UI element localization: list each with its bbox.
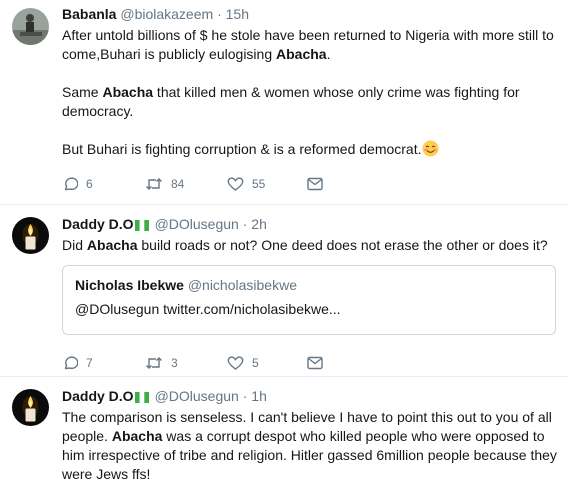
avatar[interactable]	[12, 8, 49, 45]
reply-button[interactable]: 7	[62, 355, 145, 371]
text-segment: was a corrupt despot who killed people w…	[162, 428, 545, 444]
tweet-actions: 6 84 55	[62, 174, 568, 194]
separator-dot: ·	[242, 216, 248, 232]
blush-emoji-icon	[422, 140, 439, 162]
highlighted-keyword: Abacha	[111, 428, 163, 444]
message-button[interactable]	[307, 177, 323, 191]
text-segment: that killed men & women whose only crime…	[153, 84, 520, 100]
timestamp[interactable]: 15h	[226, 6, 249, 22]
quoted-text: @DOlusegun twitter.com/nicholasibekwe...	[75, 301, 341, 317]
tweet[interactable]: Daddy D.O @DOlusegun · 1h The comparison …	[0, 377, 568, 491]
reply-icon	[64, 177, 78, 191]
quoted-display-name: Nicholas Ibekwe	[75, 277, 184, 293]
retweet-count: 3	[171, 356, 178, 370]
timestamp[interactable]: 2h	[251, 216, 267, 232]
text-segment: come,Buhari is publicly eulogising	[62, 46, 276, 62]
tweet[interactable]: Babanla @biolakazeem · 15h After untold …	[0, 0, 568, 205]
retweet-button[interactable]: 84	[145, 176, 227, 192]
tweet-text: Did Abacha build roads or not? One deed …	[62, 236, 568, 255]
text-line: The comparison is senseless. I can't bel…	[62, 409, 552, 425]
retweet-count: 84	[171, 177, 185, 191]
quoted-tweet[interactable]: Nicholas Ibekwe @nicholasibekwe @DOluseg…	[62, 265, 556, 335]
retweet-icon	[146, 178, 162, 190]
like-count: 55	[252, 177, 266, 191]
text-line: democracy.	[62, 103, 134, 119]
separator-dot: ·	[242, 388, 248, 404]
message-icon	[307, 177, 323, 191]
reply-count: 6	[86, 177, 93, 191]
text-segment: .	[326, 46, 331, 62]
tweet[interactable]: Daddy D.O @DOlusegun · 2h Did Abacha buil…	[0, 205, 568, 377]
display-name[interactable]: Daddy D.O	[62, 216, 134, 232]
highlighted-keyword: Abacha	[102, 84, 154, 100]
avatar[interactable]	[12, 389, 49, 426]
text-segment: people.	[62, 428, 112, 444]
message-icon	[307, 356, 323, 370]
highlighted-keyword: Abacha	[276, 46, 327, 62]
text-segment: build roads or not? One deed does not er…	[137, 237, 548, 253]
display-name[interactable]: Daddy D.O	[62, 388, 134, 404]
text-line: After untold billions of $ he stole have…	[62, 27, 554, 43]
user-handle[interactable]: @DOlusegun	[155, 216, 239, 232]
like-count: 5	[252, 356, 259, 370]
display-name[interactable]: Babanla	[62, 6, 116, 22]
retweet-icon	[146, 357, 162, 369]
tweet-actions: 7 3 5	[62, 353, 568, 373]
user-handle[interactable]: @biolakazeem	[120, 6, 213, 22]
text-line: were Jews ffs!	[62, 466, 151, 482]
text-line: But Buhari is fighting corruption & is a…	[62, 141, 422, 157]
text-segment: Same	[62, 84, 103, 100]
like-icon	[227, 177, 244, 191]
quoted-user-handle: @nicholasibekwe	[187, 277, 297, 293]
reply-count: 7	[86, 356, 93, 370]
text-segment: Did	[62, 237, 87, 253]
reply-button[interactable]: 6	[62, 176, 145, 192]
tweet-text: The comparison is senseless. I can't bel…	[62, 408, 568, 484]
reply-icon	[64, 356, 78, 370]
text-line: him irrespective of tribe and religion. …	[62, 447, 557, 463]
timestamp[interactable]: 1h	[251, 388, 267, 404]
nigeria-flag-icon	[134, 389, 149, 403]
separator-dot: ·	[217, 6, 222, 22]
tweet-text: After untold billions of $ he stole have…	[62, 26, 568, 162]
like-button[interactable]: 5	[227, 355, 307, 371]
nigeria-flag-icon	[134, 217, 149, 231]
like-icon	[227, 356, 244, 370]
like-button[interactable]: 55	[227, 176, 307, 192]
user-handle[interactable]: @DOlusegun	[155, 388, 239, 404]
avatar[interactable]	[12, 217, 49, 254]
retweet-button[interactable]: 3	[145, 355, 227, 371]
highlighted-keyword: Abacha	[86, 237, 138, 253]
message-button[interactable]	[307, 356, 323, 370]
